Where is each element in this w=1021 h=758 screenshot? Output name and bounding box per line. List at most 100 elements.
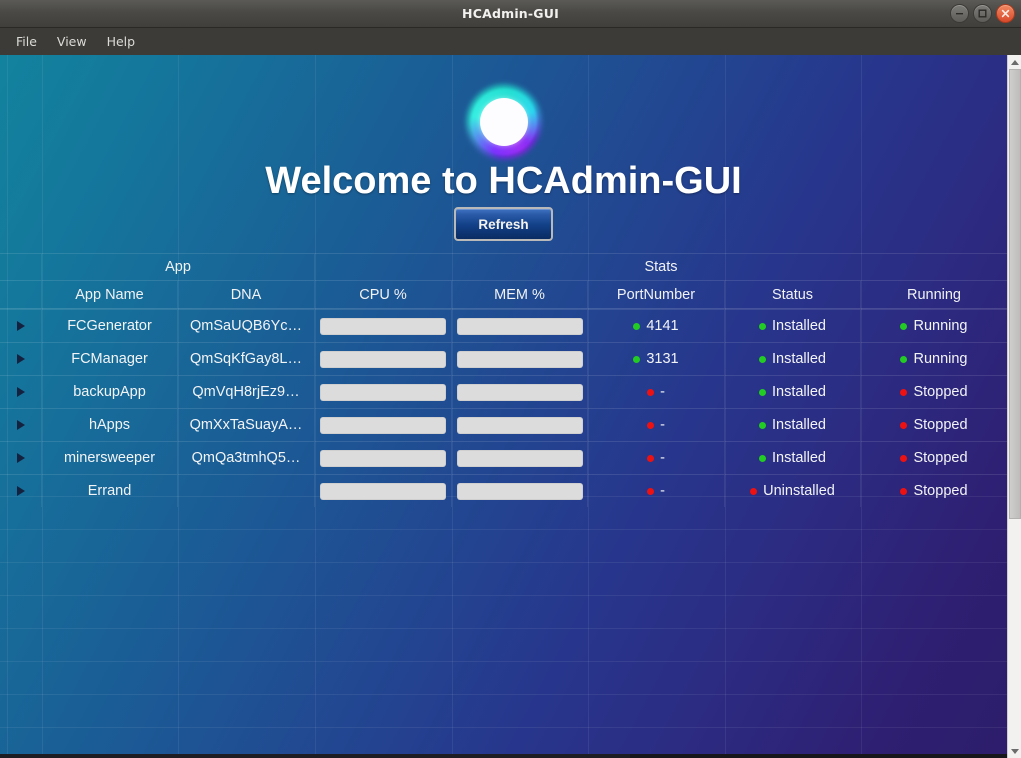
column-header-cpu[interactable]: CPU %	[315, 281, 452, 308]
status-dot-icon	[647, 388, 655, 396]
status-dot-icon	[758, 454, 766, 462]
group-header-app: App	[42, 254, 315, 280]
close-button[interactable]	[996, 4, 1015, 23]
cell-cpu-progress	[315, 343, 452, 375]
status-dot-icon	[900, 388, 908, 396]
status-dot-icon	[758, 388, 766, 396]
cell-dna: QmSaUQB6Yc…	[178, 310, 315, 342]
cell-portnumber: -	[588, 475, 725, 507]
status-dot-icon	[758, 355, 766, 363]
menubar: File View Help	[0, 28, 1021, 55]
horizontal-scrollbar[interactable]	[0, 754, 1007, 758]
column-header-expander	[0, 281, 42, 308]
main-panel: Welcome to HCAdmin-GUI Refresh App Stats…	[0, 55, 1007, 755]
mem-progress-bar	[456, 449, 583, 467]
cell-cpu-progress	[315, 475, 452, 507]
table-row[interactable]: Errand - Uninstalled Stopped	[0, 474, 1007, 507]
table-header-row: App Name DNA CPU % MEM % PortNumber Stat…	[0, 280, 1007, 309]
column-header-dna[interactable]: DNA	[178, 281, 315, 308]
scroll-up-button[interactable]	[1008, 55, 1021, 69]
status-dot-icon	[900, 355, 908, 363]
cell-dna: QmVqH8rjEz9…	[178, 376, 315, 408]
cell-running-label: Stopped	[913, 417, 968, 433]
column-header-portnumber[interactable]: PortNumber	[588, 281, 725, 308]
page-title: Welcome to HCAdmin-GUI	[265, 160, 742, 202]
cell-portnumber-label: -	[660, 483, 665, 499]
chevron-right-icon	[16, 486, 25, 496]
cell-running: Running	[861, 343, 1007, 375]
cpu-progress-bar	[320, 482, 446, 500]
cell-status: Uninstalled	[725, 475, 861, 507]
column-header-running[interactable]: Running	[861, 281, 1007, 308]
table-row[interactable]: backupApp QmVqH8rjEz9… - Installed Stopped	[0, 375, 1007, 408]
row-expander-button[interactable]	[0, 376, 42, 408]
cell-cpu-progress	[315, 409, 452, 441]
table-row[interactable]: hApps QmXxTaSuayA… - Installed Stopped	[0, 408, 1007, 441]
maximize-icon	[978, 9, 987, 18]
status-dot-icon	[647, 421, 655, 429]
cell-status-label: Installed	[771, 318, 826, 334]
mem-progress-bar	[456, 482, 583, 500]
cell-status: Installed	[725, 409, 861, 441]
vertical-scrollbar[interactable]	[1007, 55, 1021, 758]
cell-dna: QmQa3tmhQ5…	[178, 442, 315, 474]
window-titlebar: HCAdmin-GUI	[0, 0, 1021, 28]
cpu-progress-bar	[320, 416, 446, 434]
mem-progress-bar	[456, 383, 583, 401]
cell-app-name: FCGenerator	[42, 310, 178, 342]
cell-mem-progress	[452, 475, 588, 507]
row-expander-button[interactable]	[0, 475, 42, 507]
table-body: FCGenerator QmSaUQB6Yc… 4141 Installed Runni…	[0, 309, 1007, 507]
cell-running-label: Stopped	[913, 384, 968, 400]
refresh-button[interactable]: Refresh	[454, 207, 553, 241]
cell-cpu-progress	[315, 376, 452, 408]
vertical-scrollbar-thumb[interactable]	[1009, 69, 1021, 519]
menu-item-view[interactable]: View	[49, 31, 95, 52]
cell-running-label: Stopped	[913, 483, 968, 499]
cell-portnumber-label: -	[660, 384, 665, 400]
row-expander-button[interactable]	[0, 409, 42, 441]
chevron-right-icon	[16, 387, 25, 397]
row-expander-button[interactable]	[0, 310, 42, 342]
cell-portnumber: 4141	[588, 310, 725, 342]
cell-dna: QmSqKfGay8L…	[178, 343, 315, 375]
cell-dna	[178, 475, 315, 507]
table-row[interactable]: FCManager QmSqKfGay8L… 3131 Installed Runnin…	[0, 342, 1007, 375]
table-row[interactable]: FCGenerator QmSaUQB6Yc… 4141 Installed Runni…	[0, 309, 1007, 342]
row-expander-button[interactable]	[0, 442, 42, 474]
column-header-app-name[interactable]: App Name	[42, 281, 178, 308]
status-dot-icon	[900, 487, 908, 495]
cpu-progress-bar	[320, 383, 446, 401]
cell-status-label: Installed	[771, 384, 826, 400]
cell-running: Stopped	[861, 409, 1007, 441]
table-row[interactable]: minersweeper QmQa3tmhQ5… - Installed Stopped	[0, 441, 1007, 474]
cell-status-label: Installed	[771, 417, 826, 433]
cell-app-name: FCManager	[42, 343, 178, 375]
cell-portnumber: -	[588, 409, 725, 441]
maximize-button[interactable]	[973, 4, 992, 23]
status-dot-icon	[900, 454, 908, 462]
cell-status: Installed	[725, 310, 861, 342]
status-dot-icon	[633, 322, 641, 330]
menu-item-help[interactable]: Help	[99, 31, 144, 52]
cell-cpu-progress	[315, 310, 452, 342]
cell-status: Installed	[725, 376, 861, 408]
scroll-down-button[interactable]	[1008, 744, 1021, 758]
group-header-expander	[0, 254, 42, 280]
cell-status-label: Uninstalled	[763, 483, 835, 499]
row-expander-button[interactable]	[0, 343, 42, 375]
column-header-mem[interactable]: MEM %	[452, 281, 588, 308]
cell-running-label: Stopped	[913, 450, 968, 466]
menu-item-file[interactable]: File	[8, 31, 45, 52]
cell-status-label: Installed	[771, 450, 826, 466]
cell-cpu-progress	[315, 442, 452, 474]
column-header-status[interactable]: Status	[725, 281, 861, 308]
cell-portnumber-label: -	[660, 417, 665, 433]
window-controls	[950, 4, 1015, 23]
minimize-button[interactable]	[950, 4, 969, 23]
horizontal-scrollbar-thumb[interactable]	[0, 754, 630, 758]
cell-mem-progress	[452, 376, 588, 408]
chevron-down-icon	[1011, 748, 1019, 754]
status-dot-icon	[758, 322, 766, 330]
cell-app-name: backupApp	[42, 376, 178, 408]
